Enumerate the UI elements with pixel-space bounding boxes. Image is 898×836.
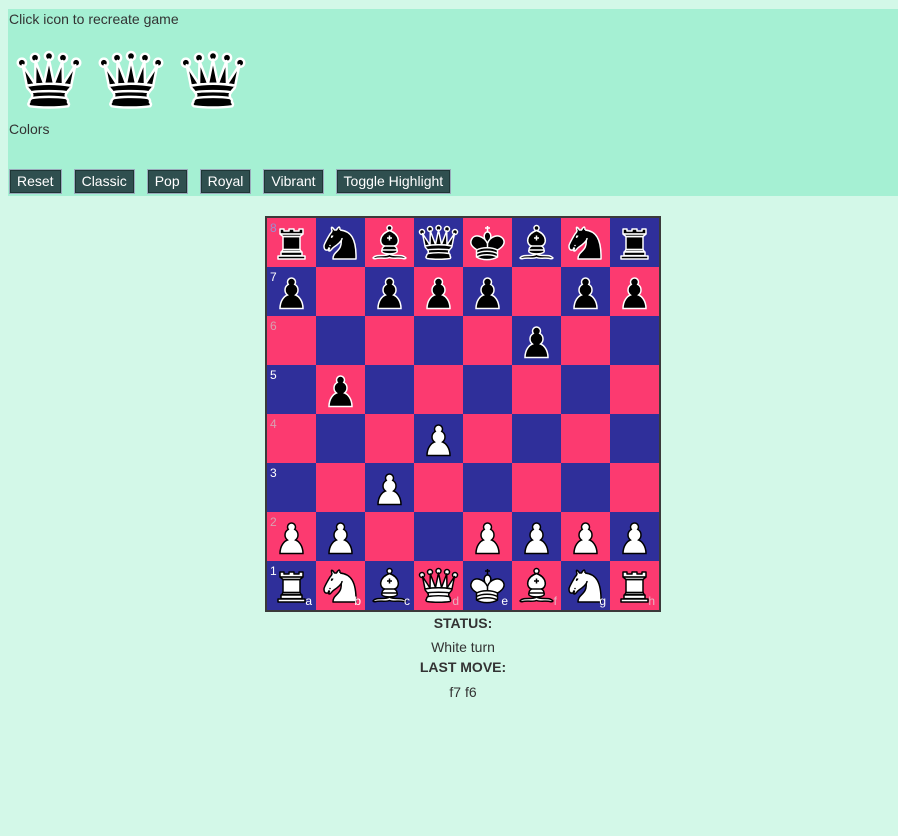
square-a7[interactable]: 7 [267,267,316,316]
square-h5[interactable] [610,365,659,414]
square-b3[interactable] [316,463,365,512]
square-d2[interactable] [414,512,463,561]
queen-icon[interactable] [176,43,250,117]
square-a5[interactable]: 5 [267,365,316,414]
rank-label: 1 [270,564,277,578]
square-h3[interactable] [610,463,659,512]
square-f5[interactable] [512,365,561,414]
square-g1[interactable]: g [561,561,610,610]
square-d4[interactable] [414,414,463,463]
square-b2[interactable] [316,512,365,561]
square-e4[interactable] [463,414,512,463]
square-b1[interactable]: b [316,561,365,610]
square-f3[interactable] [512,463,561,512]
file-label: f [553,594,557,608]
square-g7[interactable] [561,267,610,316]
color-buttons: Reset Classic Pop Royal Vibrant Toggle H… [9,169,463,194]
square-f6[interactable] [512,316,561,365]
square-e8[interactable] [463,218,512,267]
square-d7[interactable] [414,267,463,316]
square-e3[interactable] [463,463,512,512]
square-c5[interactable] [365,365,414,414]
toggle-highlight-button[interactable]: Toggle Highlight [335,169,452,194]
rank-label: 8 [270,221,277,235]
square-a1[interactable]: 1a [267,561,316,610]
square-g2[interactable] [561,512,610,561]
square-a3[interactable]: 3 [267,463,316,512]
square-b5[interactable] [316,365,365,414]
square-a4[interactable]: 4 [267,414,316,463]
instructions-text: Click icon to recreate game [9,11,179,27]
square-g6[interactable] [561,316,610,365]
square-h1[interactable]: h [610,561,659,610]
square-h8[interactable] [610,218,659,267]
square-d8[interactable] [414,218,463,267]
square-f4[interactable] [512,414,561,463]
square-f2[interactable] [512,512,561,561]
square-g5[interactable] [561,365,610,414]
rank-label: 2 [270,515,277,529]
queen-icon[interactable] [94,43,168,117]
square-b6[interactable] [316,316,365,365]
square-b7[interactable] [316,267,365,316]
square-g8[interactable] [561,218,610,267]
square-c3[interactable] [365,463,414,512]
square-e7[interactable] [463,267,512,316]
rank-label: 6 [270,319,277,333]
last-move-value: f7 f6 [449,684,477,700]
chess-board: 87654321abcdefgh [265,216,661,612]
control-panel: Click icon to recreate game Colors Reset… [8,9,898,196]
file-label: e [501,594,508,608]
square-f7[interactable] [512,267,561,316]
pop-theme-button[interactable]: Pop [146,169,188,194]
square-a2[interactable]: 2 [267,512,316,561]
square-h7[interactable] [610,267,659,316]
file-label: a [305,594,312,608]
reset-button[interactable]: Reset [9,169,62,194]
square-h6[interactable] [610,316,659,365]
square-f1[interactable]: f [512,561,561,610]
square-e1[interactable]: e [463,561,512,610]
square-d6[interactable] [414,316,463,365]
square-b4[interactable] [316,414,365,463]
file-label: h [648,594,655,608]
square-h2[interactable] [610,512,659,561]
rank-label: 4 [270,417,277,431]
square-g4[interactable] [561,414,610,463]
file-label: g [599,594,606,608]
square-e6[interactable] [463,316,512,365]
last-move-label: LAST MOVE: [419,659,507,675]
square-c6[interactable] [365,316,414,365]
square-c4[interactable] [365,414,414,463]
rank-label: 3 [270,466,277,480]
rank-label: 5 [270,368,277,382]
square-c7[interactable] [365,267,414,316]
file-label: b [354,594,361,608]
square-d1[interactable]: d [414,561,463,610]
royal-theme-button[interactable]: Royal [199,169,252,194]
square-g3[interactable] [561,463,610,512]
status-value: White turn [431,639,495,655]
status-label: STATUS: [433,615,493,631]
vibrant-theme-button[interactable]: Vibrant [263,169,324,194]
file-label: c [404,594,410,608]
square-c8[interactable] [365,218,414,267]
file-label: d [452,594,459,608]
square-d5[interactable] [414,365,463,414]
square-c1[interactable]: c [365,561,414,610]
queen-icon[interactable] [12,43,86,117]
square-f8[interactable] [512,218,561,267]
square-e5[interactable] [463,365,512,414]
square-b8[interactable] [316,218,365,267]
game-icons [12,43,250,117]
colors-label: Colors [9,121,50,137]
square-a8[interactable]: 8 [267,218,316,267]
square-a6[interactable]: 6 [267,316,316,365]
square-d3[interactable] [414,463,463,512]
classic-theme-button[interactable]: Classic [73,169,135,194]
square-c2[interactable] [365,512,414,561]
rank-label: 7 [270,270,277,284]
square-e2[interactable] [463,512,512,561]
square-h4[interactable] [610,414,659,463]
